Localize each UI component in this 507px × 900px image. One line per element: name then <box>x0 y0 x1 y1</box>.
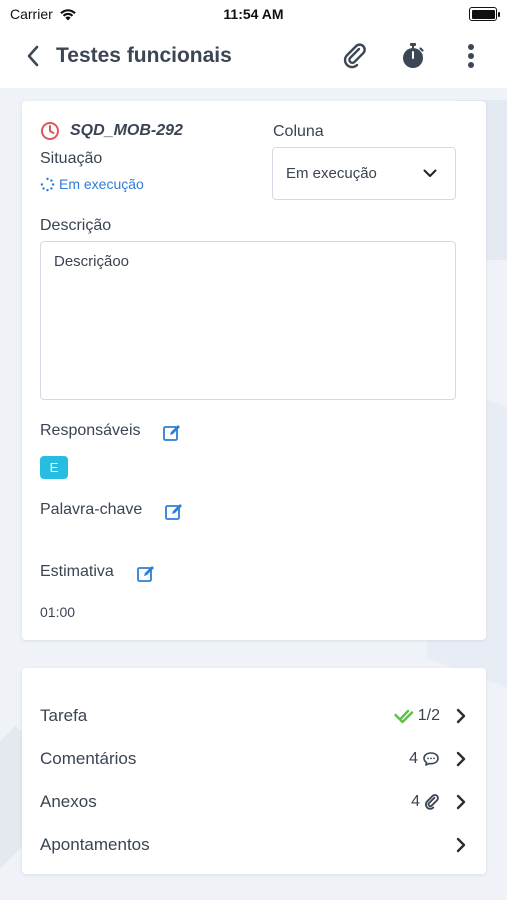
list-item-anexos[interactable]: Anexos 4 <box>22 780 486 823</box>
chevron-down-icon <box>423 169 437 177</box>
list-item-tarefa[interactable]: Tarefa 1/2 <box>22 694 486 737</box>
page-title: Testes funcionais <box>56 44 232 67</box>
nav-actions <box>339 38 487 74</box>
more-options-button[interactable] <box>455 38 487 74</box>
avatar[interactable]: E <box>40 456 68 479</box>
anexos-count: 4 <box>411 792 420 810</box>
related-items-card: Tarefa 1/2 Comentários 4 Anexos 4 Aponta… <box>22 668 486 874</box>
estimativa-label: Estimativa <box>40 563 114 580</box>
edit-icon <box>165 504 182 520</box>
coluna-select-value: Em execução <box>286 165 377 182</box>
comentarios-count: 4 <box>409 749 418 767</box>
list-item-apontamentos[interactable]: Apontamentos <box>22 823 486 866</box>
wifi-icon <box>59 8 76 20</box>
estimativa-value: 01:00 <box>40 604 76 620</box>
chevron-right-icon <box>454 793 468 811</box>
carrier-label: Carrier <box>10 6 53 22</box>
comment-icon <box>423 751 439 766</box>
tarefa-label: Tarefa <box>40 705 88 725</box>
list-item-comentarios[interactable]: Comentários 4 <box>22 737 486 780</box>
paperclip-icon <box>343 43 366 69</box>
palavra-chave-label: Palavra-chave <box>40 501 143 518</box>
edit-icon <box>163 425 180 441</box>
issue-id: SQD_MOB-292 <box>70 122 183 139</box>
chevron-left-icon <box>27 45 39 67</box>
chevron-right-icon <box>454 836 468 854</box>
chevron-right-icon <box>454 750 468 768</box>
responsaveis-label: Responsáveis <box>40 422 141 439</box>
comentarios-label: Comentários <box>40 748 137 768</box>
descricao-label: Descrição <box>40 217 112 234</box>
clock-alert-icon <box>41 122 59 140</box>
situacao-status: Em execução <box>40 176 144 192</box>
comentarios-meta: 4 <box>409 750 440 768</box>
attachment-button[interactable] <box>339 38 371 74</box>
double-check-icon <box>394 709 413 723</box>
coluna-select[interactable]: Em execução <box>272 147 456 200</box>
chevron-right-icon <box>454 707 468 725</box>
status-bar: Carrier 11:54 AM <box>0 0 507 28</box>
tarefa-meta: 1/2 <box>394 707 440 725</box>
apontamentos-label: Apontamentos <box>40 834 150 854</box>
issue-detail-card: SQD_MOB-292 Situação Em execução Coluna … <box>22 101 486 640</box>
situacao-label: Situação <box>40 150 103 167</box>
edit-responsaveis-button[interactable] <box>160 421 184 445</box>
tarefa-count: 1/2 <box>417 706 440 724</box>
anexos-label: Anexos <box>40 791 97 811</box>
edit-estimativa-button[interactable] <box>134 562 158 586</box>
anexos-meta: 4 <box>411 793 440 811</box>
timer-button[interactable] <box>397 38 429 74</box>
battery-icon <box>469 7 500 21</box>
navigation-bar: Testes funcionais <box>0 28 507 84</box>
stopwatch-icon <box>403 43 424 68</box>
situacao-value: Em execução <box>59 176 144 192</box>
loading-spinner-icon <box>40 177 55 191</box>
more-vertical-icon <box>468 44 474 68</box>
descricao-field[interactable]: Descriçãoo <box>40 241 456 400</box>
edit-palavra-chave-button[interactable] <box>162 500 186 524</box>
edit-icon <box>137 566 154 582</box>
carrier-info: Carrier <box>10 6 77 22</box>
back-button[interactable] <box>18 38 48 74</box>
issue-header: SQD_MOB-292 <box>40 121 183 141</box>
paperclip-icon <box>424 793 439 810</box>
coluna-label: Coluna <box>273 123 324 140</box>
